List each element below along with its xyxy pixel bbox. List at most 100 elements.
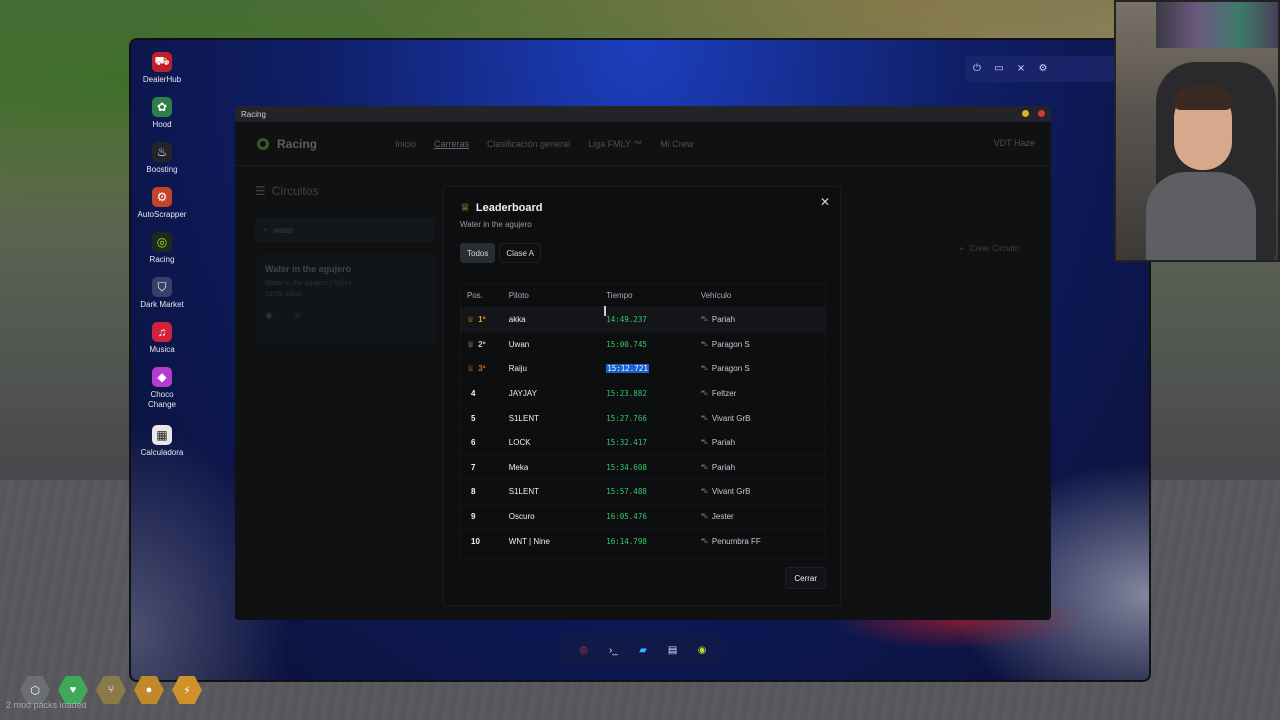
circuit-card[interactable]: Water in the agujero Water in the agujer… [255, 254, 435, 344]
lap-time: 14:49.237 [606, 315, 647, 325]
table-row[interactable]: 4 JAYJAY 15:23.882 ⛍ Feltzer [461, 382, 825, 407]
table-row[interactable]: 5 S1LENT 15:27.766 ⛍ Vivant GrB [461, 406, 825, 431]
window-titlebar[interactable]: Racing [235, 106, 1051, 122]
settings-icon[interactable]: ⚙ [1037, 63, 1049, 75]
table-row[interactable]: ♕ 1º akka 14:49.237 ⛍ Pariah [461, 308, 825, 333]
vehicle-name: Paragon S [711, 339, 750, 349]
app-boosting[interactable]: ♨ Boosting [133, 138, 191, 183]
vehicle-cell: ⛍ Pariah [701, 463, 825, 472]
app-dark-market[interactable]: ⛉ Dark Market [133, 273, 191, 318]
wifi-off-icon[interactable]: ⨯ [1015, 63, 1027, 75]
autoscrapper-icon: ⚙ [152, 187, 172, 207]
lap-time: 16:14.798 [606, 537, 647, 547]
app-label: Hood [152, 120, 172, 129]
pos-cell: 4 [461, 389, 509, 398]
calculadora-icon: ▦ [152, 425, 172, 445]
app-label: AutoScrapper [137, 210, 187, 219]
pos-value: 9 [471, 512, 476, 522]
app-choco-change[interactable]: ◆ Choco Change [133, 363, 191, 421]
filter-clase-a[interactable]: Clase A [499, 243, 541, 263]
minimize-button[interactable] [1022, 110, 1029, 117]
table-row[interactable]: 7 Meka 15:34.608 ⛍ Pariah [461, 456, 825, 481]
app-label: Choco Change [147, 390, 177, 409]
nav-clasificacion[interactable]: Clasificación general [487, 139, 570, 149]
trophy-icon: ♕ [467, 364, 475, 374]
webcam-body [1146, 172, 1256, 260]
lap-time: 16:05.476 [606, 512, 647, 522]
hood-icon: ✿ [152, 97, 172, 117]
table-row[interactable]: 10 WNT | Nine 16:14.798 ⛍ Penumbra FF [461, 529, 825, 554]
app-racing[interactable]: ◎ Racing [133, 228, 191, 273]
app-label: Racing [149, 255, 175, 264]
car-icon: ⛍ [700, 365, 708, 373]
record-icon[interactable]: ◎ [576, 642, 592, 658]
pilot-name: S1LENT [508, 487, 539, 497]
pos-value: 5 [471, 413, 476, 423]
vehicle-name: Vivant GrB [711, 487, 751, 497]
circuit-search-input[interactable]: ⌕ water [255, 218, 435, 242]
terminal-icon[interactable]: ›_ [605, 642, 621, 658]
hud-thirst-icon: ● [134, 676, 164, 704]
app-hood[interactable]: ✿ Hood [133, 93, 191, 138]
nav-carreras[interactable]: Carreras [434, 139, 469, 149]
pos-cell: 8 [461, 487, 509, 496]
file-icon[interactable]: ▤ [665, 642, 681, 658]
vehicle-name: Feltzer [711, 389, 737, 399]
close-window-button[interactable] [1038, 110, 1045, 117]
app-label: Calculadora [140, 448, 184, 457]
view-icon[interactable]: ◉ [265, 310, 273, 321]
app-musica[interactable]: ♫ Musica [133, 318, 191, 363]
create-circuit-button[interactable]: + Crear Circuito [959, 244, 1019, 253]
table-row[interactable]: 9 Oscuro 16:05.476 ⛍ Jester [461, 505, 825, 530]
phone-desktop: ⛟ DealerHub ✿ Hood ♨ Boosting ⚙ AutoScra… [129, 38, 1151, 682]
user-name[interactable]: VDT Haze [994, 138, 1035, 148]
circuits-title: ☰ Circuitos [255, 184, 445, 198]
vehicle-cell: ⛍ Paragon S [701, 364, 825, 373]
close-icon[interactable]: ✕ [820, 195, 830, 209]
vehicle-cell: ⛍ Pariah [701, 315, 825, 324]
text-cursor [604, 306, 606, 316]
app-label: Boosting [146, 165, 178, 174]
boosting-icon: ♨ [152, 142, 172, 162]
pilot-name: akka [508, 315, 526, 325]
trophy-icon[interactable]: ♕ [293, 310, 301, 321]
pilot-name: Uwan [508, 339, 530, 349]
trophy-icon: ♕ [467, 339, 475, 349]
nav-mi-crew[interactable]: Mi Crew [660, 139, 693, 149]
lap-time: 15:32.417 [606, 438, 647, 448]
nav-liga[interactable]: Liga FMLY ™ [588, 139, 642, 149]
app-autoscrapper[interactable]: ⚙ AutoScrapper [133, 183, 191, 228]
car-icon: ⛍ [700, 414, 708, 422]
cerrar-button[interactable]: Cerrar [785, 567, 826, 589]
pos-value: 10 [471, 537, 480, 547]
dark-market-icon: ⛉ [152, 277, 172, 297]
racing-window: Racing Racing Inicio Carreras Clasificac… [235, 106, 1051, 620]
app-title: Racing [277, 136, 318, 151]
racing-taskbar-icon[interactable]: ◉ [694, 642, 710, 658]
nav-inicio[interactable]: Inicio [395, 139, 416, 149]
racing-icon: ◎ [152, 232, 172, 252]
dealerhub-icon: ⛟ [152, 52, 172, 72]
leaderboard-table: Pos. Piloto Tiempo Vehículo ♕ 1º akka 14:… [460, 283, 826, 559]
webcam-overlay [1114, 0, 1280, 262]
table-row[interactable]: ♕ 2º Uwan 15:00.745 ⛍ Paragon S [461, 333, 825, 358]
hud-status-text: 2 mod packs loaded [6, 700, 87, 710]
pos-cell: 7 [461, 463, 509, 472]
vehicle-name: Pariah [711, 462, 736, 472]
app-header: Racing Inicio Carreras Clasificación gen… [235, 122, 1051, 166]
power-icon[interactable]: ⏻ [971, 63, 983, 75]
app-calculadora[interactable]: ▦ Calculadora [133, 421, 191, 466]
table-row[interactable]: 8 S1LENT 15:57.488 ⛍ Vivant GrB [461, 480, 825, 505]
status-bar: ⏻ ▭ ⨯ ⚙ [965, 56, 1115, 82]
table-row[interactable]: ♕ 3º Raiju 15:12.721 ⛍ Paragon S [461, 357, 825, 382]
battery-icon[interactable]: ▭ [993, 63, 1005, 75]
trophy-icon: ♕ [460, 202, 470, 214]
webcam-shelf [1156, 2, 1278, 48]
table-row[interactable]: 6 LOCK 15:32.417 ⛍ Pariah [461, 431, 825, 456]
app-dealerhub[interactable]: ⛟ DealerHub [133, 48, 191, 93]
circuit-subtitle: Water in the agujero | Sprint [265, 280, 352, 287]
main-nav: Inicio Carreras Clasificación general Li… [395, 122, 693, 166]
folder-icon[interactable]: ▰ [635, 642, 651, 658]
car-icon: ⛍ [700, 463, 708, 471]
filter-todos[interactable]: Todos [460, 243, 496, 263]
